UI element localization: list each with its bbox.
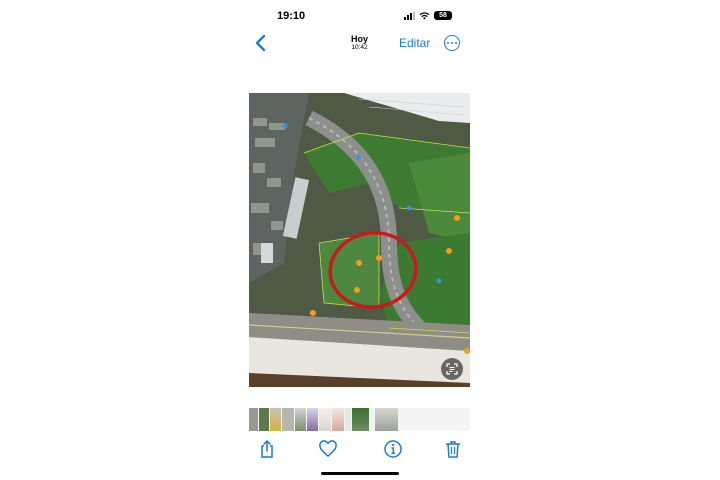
photo-image[interactable] bbox=[249, 93, 470, 387]
nav-title: Hoy 10:42 bbox=[249, 34, 470, 52]
live-text-icon[interactable] bbox=[441, 358, 463, 380]
edit-button[interactable]: Editar bbox=[399, 36, 430, 50]
status-icons: 58 bbox=[404, 11, 452, 20]
thumbnail[interactable] bbox=[259, 408, 269, 431]
thumbnail[interactable] bbox=[332, 408, 344, 431]
photo-time: 10:42 bbox=[351, 44, 368, 51]
thumbnail[interactable] bbox=[345, 408, 351, 431]
battery-indicator: 58 bbox=[434, 11, 452, 20]
trash-icon[interactable] bbox=[443, 439, 463, 459]
navigation-bar: Hoy 10:42 Editar bbox=[249, 30, 470, 56]
thumbnail[interactable] bbox=[249, 408, 258, 431]
share-icon[interactable] bbox=[257, 439, 277, 459]
thumbnail[interactable] bbox=[270, 408, 281, 431]
bottom-toolbar bbox=[249, 437, 470, 461]
status-time: 19:10 bbox=[277, 10, 306, 22]
heart-icon[interactable] bbox=[318, 439, 338, 459]
thumbnail[interactable] bbox=[282, 408, 294, 431]
cellular-signal-icon bbox=[404, 11, 415, 20]
thumbnail[interactable] bbox=[307, 408, 318, 431]
thumbnail-strip bbox=[249, 408, 470, 431]
aerial-map-photo bbox=[249, 93, 470, 387]
thumbnail[interactable] bbox=[319, 408, 331, 431]
status-bar: 19:10 58 bbox=[249, 0, 470, 30]
thumbnail-current[interactable] bbox=[352, 408, 369, 431]
ellipsis-circle-icon[interactable] bbox=[444, 35, 460, 51]
photo-date: Hoy bbox=[350, 34, 368, 44]
home-indicator[interactable] bbox=[321, 472, 399, 475]
photo-viewer: 19:10 58 Hoy 10:42 Editar bbox=[249, 0, 470, 480]
thumbnail[interactable] bbox=[295, 408, 306, 431]
info-icon[interactable] bbox=[383, 439, 403, 459]
thumbnail[interactable] bbox=[375, 408, 398, 431]
wifi-icon bbox=[419, 12, 430, 20]
